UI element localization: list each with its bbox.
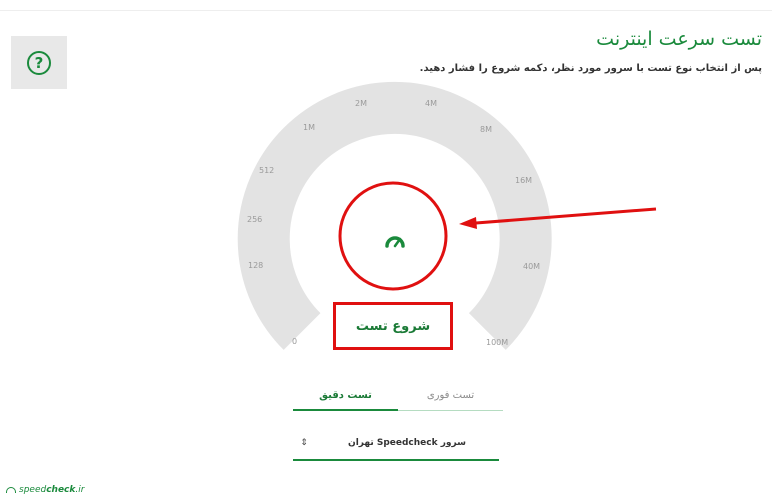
server-select-value: سرور Speedcheck تهران — [315, 438, 499, 448]
brand-text: speedcheck.ir — [19, 485, 84, 495]
gauge-tick-label: 128 — [248, 261, 264, 270]
speedcheck-logo-icon — [6, 487, 16, 493]
gauge-tick-label: 8M — [480, 125, 492, 134]
annotation-circle — [338, 181, 448, 291]
gauge-tick-label: 1M — [303, 123, 315, 132]
brand-bold: check — [46, 485, 76, 495]
server-brand: Speedcheck — [376, 438, 438, 448]
tab-instant-test[interactable]: تست فوری — [398, 381, 503, 411]
gauge-tick-label: 512 — [259, 166, 275, 175]
brand-suffix: .ir — [75, 485, 85, 495]
annotation-arrow-head — [459, 217, 477, 229]
server-city: تهران — [348, 438, 374, 448]
gauge-tick-label: 2M — [355, 99, 367, 108]
select-arrows-icon: ⇕ — [300, 438, 308, 448]
brand-prefix: speed — [19, 485, 47, 495]
speed-gauge — [237, 81, 657, 350]
tab-precise-test[interactable]: تست دقیق — [293, 381, 398, 411]
gauge-tick-label: 4M — [425, 99, 437, 108]
gauge-tick-label: 40M — [523, 262, 541, 271]
gauge-track — [237, 81, 552, 350]
gauge-tick-label: 256 — [247, 215, 263, 224]
gauge-tick-label: 0 — [292, 337, 298, 346]
server-select[interactable]: ⇕ سرور Speedcheck تهران — [293, 427, 499, 461]
start-test-button[interactable]: شروع تست — [333, 302, 453, 350]
gauge-tick-label: 16M — [515, 176, 533, 185]
speedcheck-logo[interactable]: speedcheck.ir — [6, 485, 84, 495]
gauge-tick-label: 100M — [486, 338, 509, 347]
server-prefix: سرور — [440, 438, 466, 448]
speedometer-icon — [385, 236, 405, 248]
